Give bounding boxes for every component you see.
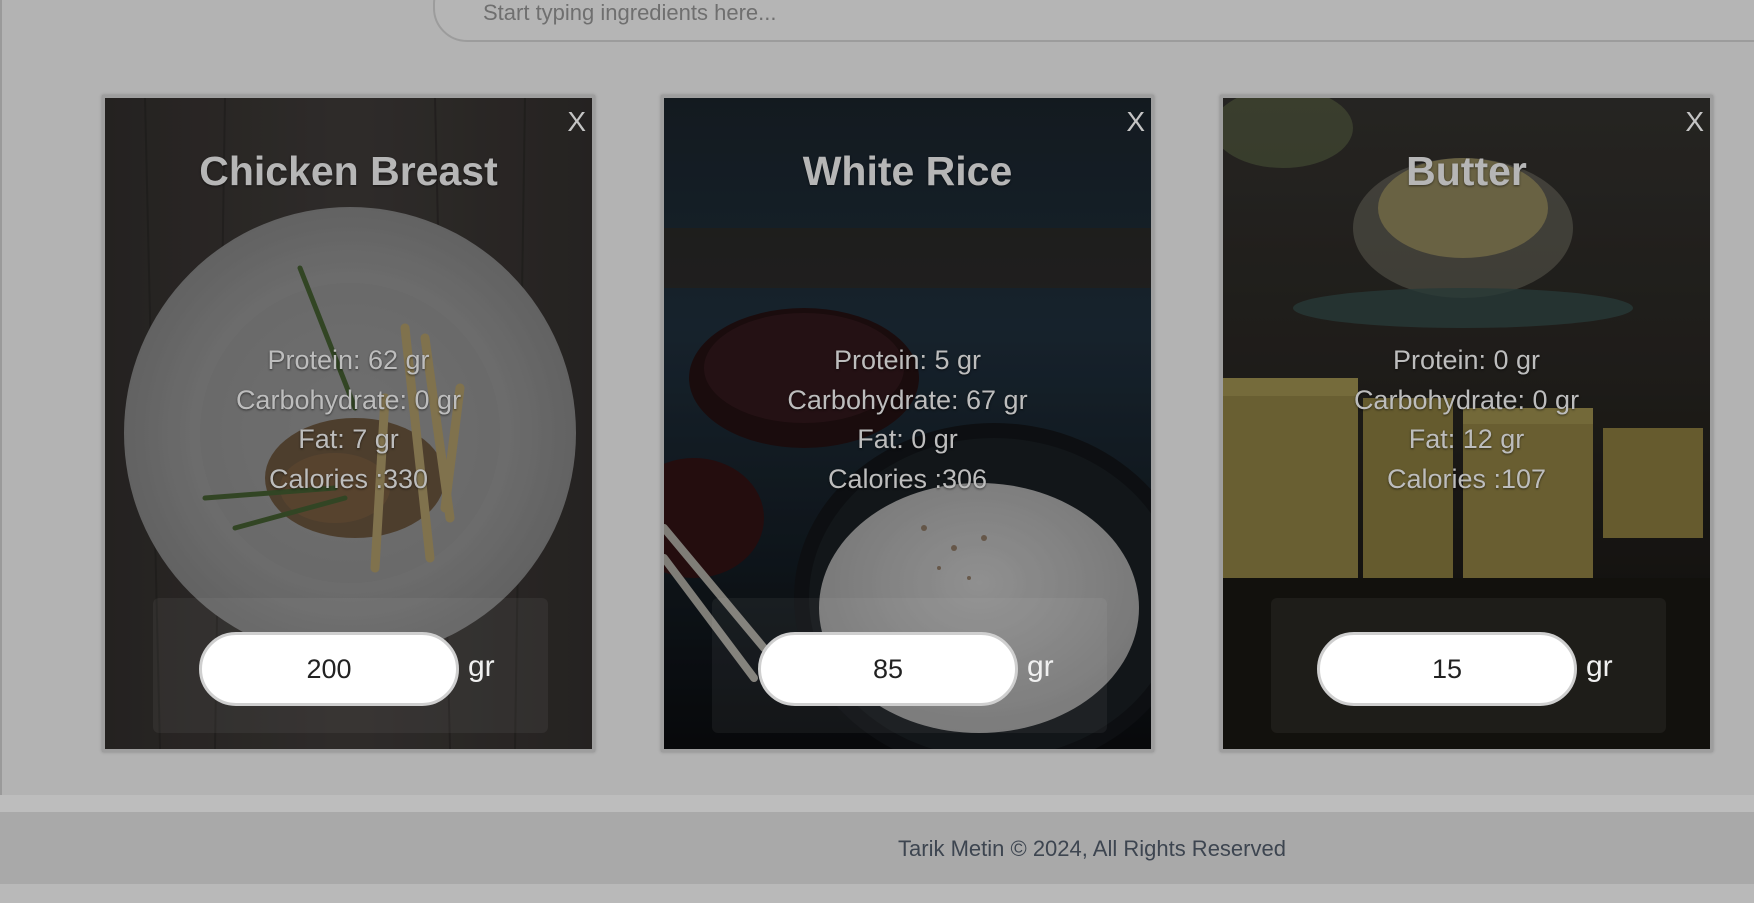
ingredient-card-chicken-breast: X Chicken Breast Protein: 62 gr Carbohyd…	[102, 95, 595, 752]
calories-value: Calories :107	[1386, 463, 1547, 494]
card-nutrition: Protein: 62 gr Carbohydrate: 0 gr Fat: 7…	[105, 341, 592, 499]
fat-value: Fat: 7 gr	[298, 424, 399, 454]
close-icon[interactable]: X	[1685, 108, 1704, 136]
calories-value: Calories :306	[827, 463, 988, 494]
quantity-unit-label: gr	[1586, 650, 1613, 683]
card-title: Chicken Breast	[199, 148, 498, 194]
ingredient-card-butter: X Butter Protein: 0 gr Carbohydrate: 0 g…	[1220, 95, 1713, 752]
protein-value: Protein: 5 gr	[833, 345, 982, 375]
card-nutrition: Protein: 5 gr Carbohydrate: 67 gr Fat: 0…	[664, 341, 1151, 499]
carbohydrate-value: Carbohydrate: 0 gr	[235, 384, 462, 415]
quantity-input[interactable]	[1317, 632, 1577, 706]
quantity-input[interactable]	[199, 632, 459, 706]
quantity-input[interactable]	[758, 632, 1018, 706]
carbohydrate-value: Carbohydrate: 67 gr	[787, 384, 1028, 415]
fat-value: Fat: 0 gr	[857, 424, 958, 454]
ingredient-cards: X Chicken Breast Protein: 62 gr Carbohyd…	[0, 0, 1754, 780]
protein-value: Protein: 62 gr	[267, 345, 430, 375]
footer: Tarik Metin © 2024, All Rights Reserved	[0, 812, 1754, 884]
bottom-strip	[0, 884, 1754, 903]
quantity-unit-label: gr	[1027, 650, 1054, 683]
fat-value: Fat: 12 gr	[1408, 424, 1525, 454]
calories-value: Calories :330	[268, 463, 429, 494]
close-icon[interactable]: X	[1126, 108, 1145, 136]
close-icon[interactable]: X	[567, 108, 586, 136]
card-title: White Rice	[802, 148, 1013, 194]
protein-value: Protein: 0 gr	[1392, 345, 1541, 375]
app-page: Start typing ingredients here... X Chick…	[0, 0, 1754, 903]
card-nutrition: Protein: 0 gr Carbohydrate: 0 gr Fat: 12…	[1223, 341, 1710, 499]
carbohydrate-value: Carbohydrate: 0 gr	[1353, 384, 1580, 415]
footer-copyright: Tarik Metin © 2024, All Rights Reserved	[898, 836, 1286, 861]
footer-divider	[0, 795, 1754, 812]
quantity-unit-label: gr	[468, 650, 495, 683]
ingredient-card-white-rice: X White Rice Protein: 5 gr Carbohydrate:…	[661, 95, 1154, 752]
card-title: Butter	[1406, 148, 1527, 194]
